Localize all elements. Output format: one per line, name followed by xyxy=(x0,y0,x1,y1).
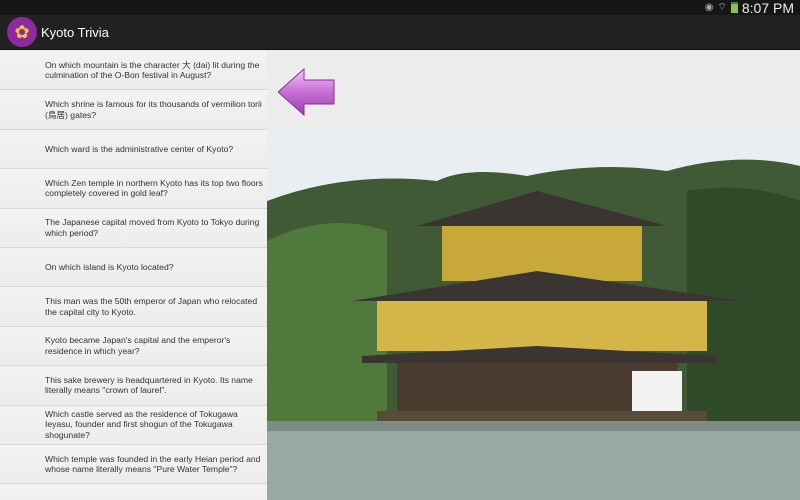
question-text: Which shrine is famous for its thousands… xyxy=(45,99,262,120)
question-item[interactable]: Which ward is the administrative center … xyxy=(0,129,267,170)
battery-icon xyxy=(730,2,738,13)
clock: 8:07 PM xyxy=(741,0,794,16)
question-text: On which mountain is the character 大 (da… xyxy=(45,59,260,81)
question-item[interactable]: This sake brewery is headquartered in Ky… xyxy=(0,366,267,406)
question-text: This man was the 50th emperor of Japan w… xyxy=(45,296,258,317)
question-text: Which temple was founded in the early He… xyxy=(45,453,261,475)
question-item[interactable]: On which island is Kyoto located? xyxy=(0,247,267,288)
question-text: This sake brewery is headquartered in Ky… xyxy=(45,374,253,396)
detail-pane xyxy=(267,51,800,500)
question-text: Which ward is the administrative center … xyxy=(45,143,234,154)
status-bar: ◉ ⌔ 8:07 PM xyxy=(0,0,800,16)
flower-crest-icon[interactable]: ✿ xyxy=(7,17,37,47)
question-text: On which island is Kyoto located? xyxy=(45,261,174,272)
question-text: Which Zen temple in northern Kyoto has i… xyxy=(45,177,263,199)
question-list[interactable]: On which mountain is the character 大 (da… xyxy=(0,51,267,500)
question-text: Which castle served as the residence of … xyxy=(45,408,238,440)
question-item[interactable]: Which temple was founded in the early He… xyxy=(0,444,267,485)
question-item[interactable]: Which castle served as the residence of … xyxy=(0,405,267,445)
question-item[interactable]: On which mountain is the character 大 (da… xyxy=(0,51,267,91)
question-item[interactable]: This man was the 50th emperor of Japan w… xyxy=(0,287,267,327)
question-item[interactable]: Which castle did Toyotomi Hideyoshi fini… xyxy=(0,484,267,500)
wifi-icon: ⌔ xyxy=(717,2,727,13)
question-text: Kyoto became Japan's capital and the emp… xyxy=(45,335,231,356)
question-text: The Japanese capital moved from Kyoto to… xyxy=(45,217,260,238)
kinkakuji-photo xyxy=(267,131,800,500)
app-title: Kyoto Trivia xyxy=(41,24,109,40)
left-arrow-icon[interactable] xyxy=(278,67,336,117)
eye-icon: ◉ xyxy=(704,2,714,13)
question-item[interactable]: Kyoto became Japan's capital and the emp… xyxy=(0,326,267,367)
question-item[interactable]: The Japanese capital moved from Kyoto to… xyxy=(0,208,267,248)
question-item[interactable]: Which Zen temple in northern Kyoto has i… xyxy=(0,169,267,209)
question-item[interactable]: Which shrine is famous for its thousands… xyxy=(0,90,267,130)
action-bar: ✿ Kyoto Trivia xyxy=(0,15,800,50)
